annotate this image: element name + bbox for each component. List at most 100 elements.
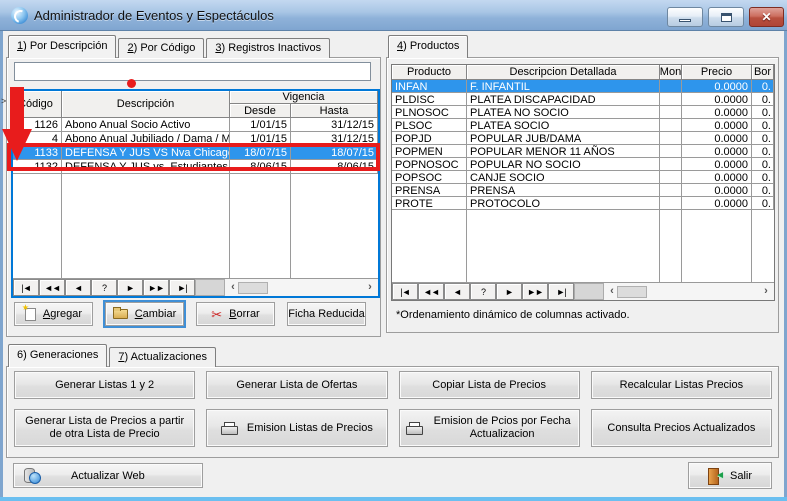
- left-tab-1[interactable]: 1) Por Descripción: [8, 35, 116, 58]
- ficha-reducida-button[interactable]: Ficha Reducida: [287, 302, 366, 326]
- scrollbar-thumb[interactable]: [617, 286, 647, 298]
- bottom-tab-2[interactable]: 7) Actualizaciones: [109, 347, 216, 367]
- recalcular-listas-precios-button[interactable]: Recalcular Listas Precios: [591, 371, 772, 399]
- exit-button[interactable]: Salir: [688, 462, 772, 489]
- table-row[interactable]: PRENSAPRENSA0.00000.: [392, 184, 774, 197]
- column-header-producto[interactable]: Producto: [392, 65, 467, 80]
- consulta-precios-actualizados-button[interactable]: Consulta Precios Actualizados: [591, 409, 772, 447]
- grid-line: [392, 210, 467, 282]
- table-row[interactable]: 1132DEFENSA Y JUS vs. Estudiantes8/06/15…: [13, 160, 378, 174]
- scroll-right-icon[interactable]: ›: [365, 282, 375, 293]
- scroll-left-icon[interactable]: ‹: [607, 286, 617, 297]
- emision-listas-de-precios-button[interactable]: Emision Listas de Precios: [206, 409, 387, 447]
- nav-filler: [574, 283, 604, 300]
- bottom-tabstrip: 6) Generaciones7) Actualizaciones: [8, 344, 218, 367]
- cell-descripcion: F. INFANTIL: [467, 80, 660, 93]
- minimize-button[interactable]: [667, 7, 703, 27]
- agregar-button[interactable]: Agregar: [14, 302, 93, 326]
- nav-button-1[interactable]: |◄: [13, 279, 39, 296]
- table-row[interactable]: PLSOCPLATEA SOCIO0.00000.: [392, 119, 774, 132]
- cell-descripcion: Abono Anual Socio Activo: [62, 118, 230, 132]
- table-row[interactable]: POPNOSOCPOPULAR NO SOCIO0.00000.: [392, 158, 774, 171]
- column-header-codigo[interactable]: Código: [13, 91, 62, 118]
- nav-button-1[interactable]: |◄: [392, 283, 418, 300]
- column-header-descripcion-detallada[interactable]: Descripcion Detallada: [467, 65, 660, 80]
- button-label: Emision de Pcios por Fecha Actualizacion: [432, 415, 573, 441]
- button-label: Copiar Lista de Precios: [432, 379, 546, 392]
- grid-line: [467, 210, 660, 282]
- nav-button-5[interactable]: ►: [117, 279, 143, 296]
- bottom-tab-1[interactable]: 6) Generaciones: [8, 344, 107, 367]
- column-header-precio[interactable]: Precio: [682, 65, 752, 80]
- generar-lista-de-precios-a-partir-de-otr-button[interactable]: Generar Lista de Precios a partir de otr…: [14, 409, 195, 447]
- cell-codigo: 1126: [13, 118, 62, 132]
- table-row[interactable]: PLNOSOCPLATEA NO SOCIO0.00000.: [392, 106, 774, 119]
- emision-de-pcios-por-fecha-actualizacion-button[interactable]: Emision de Pcios por Fecha Actualizacion: [399, 409, 580, 447]
- right-tab-1[interactable]: 4) Productos: [388, 35, 468, 58]
- table-row[interactable]: INFANF. INFANTIL0.00000.: [392, 80, 774, 93]
- table-row[interactable]: 4Abono Anual Jubiliado / Dama / M1/01/15…: [13, 132, 378, 146]
- cambiar-button[interactable]: Cambiar: [105, 302, 184, 326]
- cell-mon: [660, 184, 682, 197]
- table-row[interactable]: 1126Abono Anual Socio Activo1/01/1531/12…: [13, 118, 378, 132]
- column-header-hasta[interactable]: Hasta: [291, 104, 378, 118]
- grid-line: [682, 210, 752, 282]
- scroll-right-icon[interactable]: ›: [761, 286, 771, 297]
- column-header-vigencia[interactable]: Vigencia: [230, 91, 378, 104]
- scroll-left-icon[interactable]: ‹: [228, 282, 238, 293]
- update-web-button[interactable]: Actualizar Web: [13, 463, 203, 488]
- nav-button-2[interactable]: ◄◄: [39, 279, 65, 296]
- table-row[interactable]: POPJDPOPULAR JUB/DAMA0.00000.: [392, 132, 774, 145]
- column-header-mon[interactable]: Mon: [660, 65, 682, 80]
- generar-lista-de-ofertas-button[interactable]: Generar Lista de Ofertas: [206, 371, 387, 399]
- table-row[interactable]: POPMENPOPULAR MENOR 11 AÑOS0.00000.: [392, 145, 774, 158]
- nav-button-2[interactable]: ◄◄: [418, 283, 444, 300]
- copiar-lista-de-precios-button[interactable]: Copiar Lista de Precios: [399, 371, 580, 399]
- left-tabstrip: 1) Por Descripción2) Por Código3) Regist…: [8, 35, 332, 58]
- products-grid[interactable]: Producto Descripcion Detallada Mon Preci…: [391, 64, 775, 301]
- cell-bor: 0.: [752, 184, 774, 197]
- column-header-descripcion[interactable]: Descripción: [62, 91, 230, 118]
- cell-mon: [660, 132, 682, 145]
- grid-line: [752, 210, 774, 282]
- table-row[interactable]: PROTEPROTOCOLO0.00000.: [392, 197, 774, 210]
- products-grid-empty-area: [392, 210, 774, 282]
- nav-button-6[interactable]: ►►: [522, 283, 548, 300]
- cell-mon: [660, 171, 682, 184]
- cell-descripcion: Abono Anual Jubiliado / Dama / M: [62, 132, 230, 146]
- cell-descripcion: PRENSA: [467, 184, 660, 197]
- nav-button-4[interactable]: ?: [470, 283, 496, 300]
- borrar-button[interactable]: ✂Borrar: [196, 302, 275, 326]
- nav-button-3[interactable]: ◄: [444, 283, 470, 300]
- column-header-bor[interactable]: Bor: [752, 65, 774, 80]
- scrollbar-thumb[interactable]: [238, 282, 268, 294]
- table-row[interactable]: 1133DEFENSA Y JUS VS Nva Chicago18/07/15…: [13, 146, 378, 160]
- column-header-desde[interactable]: Desde: [230, 104, 291, 118]
- nav-button-4[interactable]: ?: [91, 279, 117, 296]
- printer-icon: [221, 422, 237, 435]
- cell-producto: PLSOC: [392, 119, 467, 132]
- maximize-button[interactable]: [708, 7, 744, 27]
- left-tab-2[interactable]: 2) Por Código: [118, 38, 204, 58]
- nav-button-7[interactable]: ►|: [548, 283, 574, 300]
- nav-button-3[interactable]: ◄: [65, 279, 91, 296]
- table-row[interactable]: PLDISCPLATEA DISCAPACIDAD0.00000.: [392, 93, 774, 106]
- left-tab-3[interactable]: 3) Registros Inactivos: [206, 38, 330, 58]
- generar-listas-1-y-2-button[interactable]: Generar Listas 1 y 2: [14, 371, 195, 399]
- record-action-buttons: Agregar Cambiar ✂Borrar Ficha Reducida: [14, 302, 366, 326]
- title-bar[interactable]: Administrador de Eventos y Espectáculos …: [0, 0, 787, 31]
- horizontal-scrollbar[interactable]: ‹›: [225, 279, 378, 296]
- nav-button-5[interactable]: ►: [496, 283, 522, 300]
- close-button[interactable]: ✕: [749, 7, 784, 27]
- table-row[interactable]: POPSOCCANJE SOCIO0.00000.: [392, 171, 774, 184]
- events-grid[interactable]: Código Descripción Vigencia Desde Hasta …: [11, 89, 380, 298]
- cell-codigo: 1133: [13, 146, 62, 160]
- printer-icon: [406, 422, 422, 435]
- nav-button-6[interactable]: ►►: [143, 279, 169, 296]
- nav-button-7[interactable]: ►|: [169, 279, 195, 296]
- cell-bor: 0.: [752, 158, 774, 171]
- cell-descripcion: DEFENSA Y JUS VS Nva Chicago: [62, 146, 230, 160]
- horizontal-scrollbar[interactable]: ‹›: [604, 283, 774, 300]
- search-input[interactable]: [14, 62, 371, 81]
- close-icon: ✕: [761, 11, 771, 23]
